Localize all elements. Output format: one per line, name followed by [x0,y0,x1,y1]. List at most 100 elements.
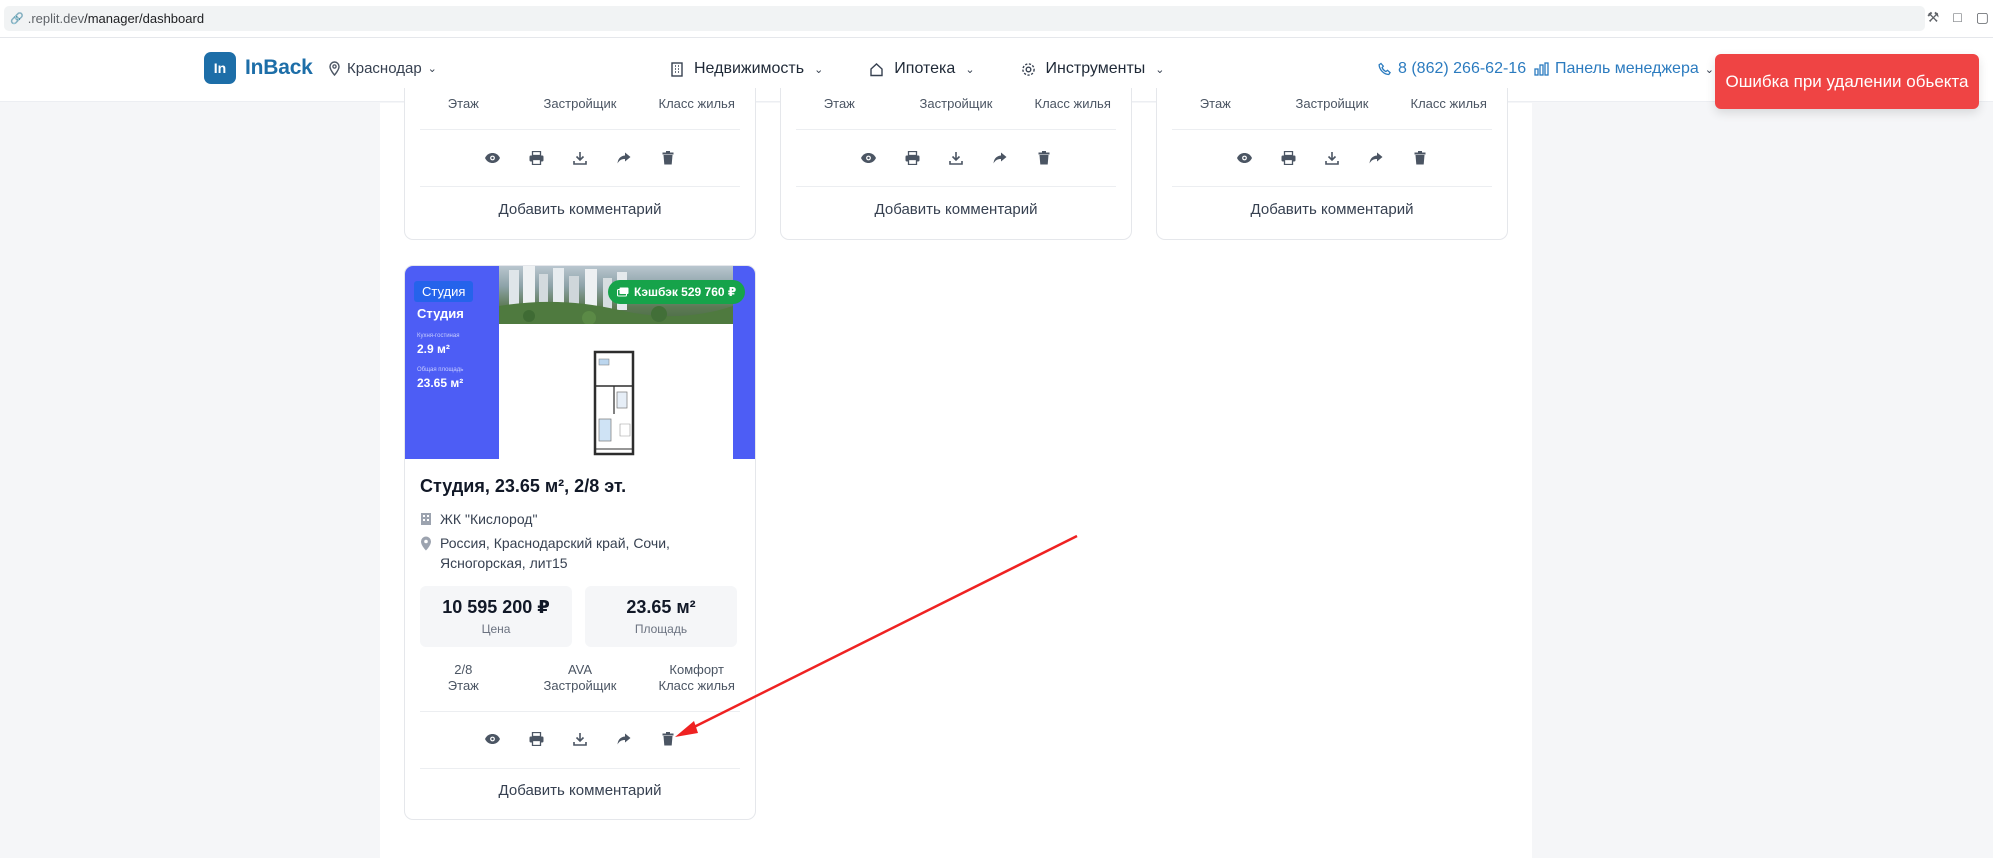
logo-text: InBack [245,56,313,79]
main-nav: Недвижимость ⌄ Ипотека ⌄ Инструменты ⌄ [670,60,1165,78]
meta-label: Класс жилья [658,96,735,111]
eye-icon[interactable] [482,729,502,749]
card-actions [1157,148,1507,168]
area-value: 23.65 м² [626,597,696,617]
print-icon[interactable] [902,148,922,168]
meta-developer: AVA Застройщик [522,662,639,694]
download-icon[interactable] [946,148,966,168]
card-meta-row: Этаж Застройщик Класс жилья [1157,96,1507,111]
phone-number: 8 (862) 266-62-16 [1398,60,1527,77]
area-label: Площадь [634,622,688,636]
banner-label: Общая площадь [417,367,464,373]
address-line: Ясногорская, лит15 [440,555,568,571]
listing-banner: Студия Студия Кухня-гостиная 2.9 м² Обща… [405,266,755,459]
download-icon[interactable] [570,729,590,749]
address: Россия, Краснодарский край, Сочи, Ясного… [440,533,670,573]
building-icon [421,513,431,525]
trash-icon[interactable] [658,729,678,749]
url-field[interactable]: 🔗 .replit.dev/manager/dashboard [4,6,1925,31]
link-icon: 🔗 [10,13,24,25]
complex-row: ЖК "Кислород" [420,509,537,529]
listing-title[interactable]: Студия, 23.65 м², 2/8 эт. [420,476,626,497]
share-icon[interactable] [614,729,634,749]
extension-icon[interactable]: ▢ [1976,9,1989,26]
card-actions [405,729,755,749]
divider [796,186,1116,187]
phone-icon [1378,62,1391,76]
print-icon[interactable] [526,729,546,749]
banner-title: Студия [417,306,464,321]
meta-value: 2/8 [454,662,473,677]
download-icon[interactable] [1322,148,1342,168]
price-value: 10 595 200 ₽ [442,597,550,617]
add-comment-link[interactable]: Добавить комментарий [405,201,755,218]
card-meta-row: 2/8 Этаж AVA Застройщик Комфорт Класс жилья [405,662,755,694]
url-host: .replit.dev [27,11,85,26]
divider [420,768,740,769]
trash-icon[interactable] [658,148,678,168]
property-card: Этаж Застройщик Класс жилья Добавить ком… [1156,88,1508,240]
meta-label: Этаж [823,96,855,111]
add-comment-link[interactable]: Добавить комментарий [405,782,755,799]
banner-value: 2.9 м² [417,342,450,356]
meta-floor: 2/8 Этаж [405,662,522,694]
property-card: Этаж Застройщик Класс жилья Добавить ком… [404,88,756,240]
divider [1172,129,1492,130]
card-actions [405,148,755,168]
property-card[interactable]: Студия Студия Кухня-гостиная 2.9 м² Обща… [404,265,756,820]
meta-value: Комфорт [669,662,724,677]
nav-label: Ипотека [894,60,956,77]
share-icon[interactable] [614,148,634,168]
chevron-down-icon: ⌄ [1155,63,1165,76]
chevron-down-icon: ⌄ [427,63,437,75]
phone-link[interactable]: 8 (862) 266-62-16 [1378,60,1526,78]
complex-name: ЖК "Кислород" [440,511,538,527]
chevron-down-icon: ⌄ [1704,63,1714,76]
money-icon [617,287,629,297]
property-card: Этаж Застройщик Класс жилья Добавить ком… [780,88,1132,240]
meta-label: Застройщик [543,96,617,111]
wrench-icon[interactable]: ⚒ [1927,9,1940,26]
card-actions [781,148,1131,168]
eye-icon[interactable] [482,148,502,168]
trash-icon[interactable] [1034,148,1054,168]
eye-icon[interactable] [1234,148,1254,168]
chevron-down-icon: ⌄ [965,63,975,76]
download-icon[interactable] [570,148,590,168]
location-pin-icon [329,61,340,76]
banner-info: Студия Студия Кухня-гостиная 2.9 м² Обща… [405,266,499,459]
city-label: Краснодар [347,60,422,77]
address-line: Россия, Краснодарский край, Сочи, [440,535,670,551]
error-toast[interactable]: Ошибка при удалении обьекта [1715,54,1979,109]
nav-item-mortgage[interactable]: Ипотека ⌄ [869,60,975,78]
city-selector[interactable]: Краснодар ⌄ [328,60,437,77]
meta-label: Застройщик [919,96,993,111]
add-comment-link[interactable]: Добавить комментарий [1157,201,1507,218]
banner-label: Кухня-гостиная [417,333,460,339]
meta-value: AVA [567,662,593,677]
divider [420,129,740,130]
logo[interactable]: In InBack [204,52,313,84]
cashback-badge: Кэшбэк 529 760 ₽ [608,280,746,304]
trash-icon[interactable] [1410,148,1430,168]
card-meta-row: Этаж Застройщик Класс жилья [405,96,755,111]
share-icon[interactable] [990,148,1010,168]
nav-label: Недвижимость [694,60,805,77]
eye-icon[interactable] [858,148,878,168]
banner-value: 23.65 м² [417,376,464,390]
nav-item-tools[interactable]: Инструменты ⌄ [1021,60,1165,78]
add-comment-link[interactable]: Добавить комментарий [781,201,1131,218]
manager-panel-menu[interactable]: Панель менеджера ⌄ [1534,60,1714,78]
browser-address-bar: 🔗 .replit.dev/manager/dashboard ⚒ □ ▢ [0,0,1993,38]
nav-item-realty[interactable]: Недвижимость ⌄ [670,60,823,78]
share-icon[interactable] [1366,148,1386,168]
meta-label: Этаж [1199,96,1231,111]
meta-label: Класс жилья [1410,96,1487,111]
print-icon[interactable] [1278,148,1298,168]
address-row: Россия, Краснодарский край, Сочи, Ясного… [420,533,670,573]
print-icon[interactable] [526,148,546,168]
manager-panel-label: Панель менеджера [1555,60,1699,77]
building-icon [671,61,683,77]
window-icon[interactable]: □ [1953,9,1961,26]
nav-label: Инструменты [1045,60,1146,77]
